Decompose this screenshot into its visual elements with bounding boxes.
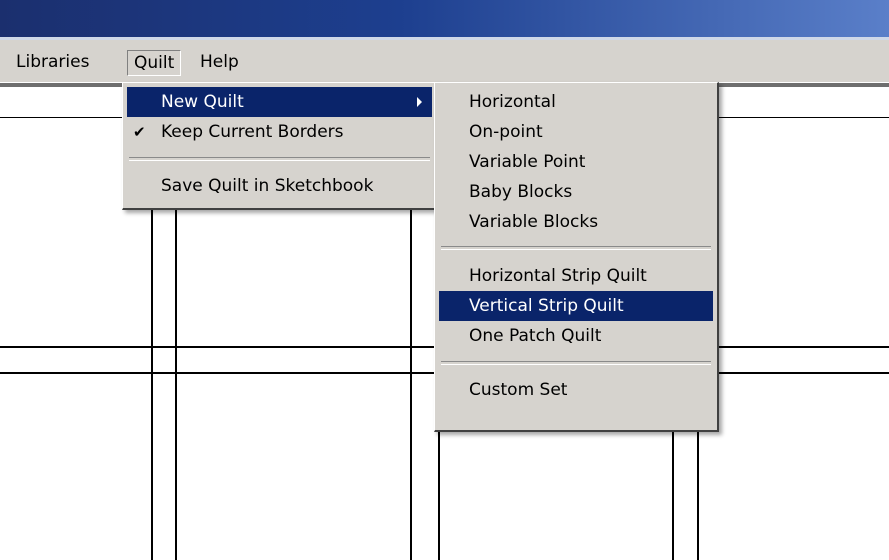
menu-item-save-quilt-in-sketchbook[interactable]: Save Quilt in Sketchbook [127, 171, 432, 201]
menu-item-label: Horizontal [469, 92, 556, 112]
grid-line [151, 210, 153, 560]
menu-item-keep-current-borders[interactable]: ✔ Keep Current Borders [127, 117, 432, 147]
menu-separator [441, 246, 711, 250]
menu-item-label: One Patch Quilt [469, 326, 602, 346]
menu-item-label: New Quilt [161, 92, 244, 112]
submenu-arrow-icon [417, 97, 422, 107]
submenu-item-horizontal-strip-quilt[interactable]: Horizontal Strip Quilt [439, 261, 713, 291]
grid-line [697, 430, 699, 560]
submenu-item-variable-point[interactable]: Variable Point [439, 147, 713, 177]
grid-line [438, 430, 440, 560]
menu-item-label: Variable Blocks [469, 212, 599, 232]
grid-line [672, 430, 674, 560]
submenu-item-horizontal[interactable]: Horizontal [439, 87, 713, 117]
menu-item-label: Variable Point [469, 152, 586, 172]
checkmark-icon: ✔ [133, 123, 146, 141]
submenu-item-vertical-strip-quilt[interactable]: Vertical Strip Quilt [439, 291, 713, 321]
title-bar [0, 0, 889, 40]
submenu-item-baby-blocks[interactable]: Baby Blocks [439, 177, 713, 207]
menu-item-label: Vertical Strip Quilt [469, 296, 624, 316]
grid-line [175, 210, 177, 560]
menu-separator [441, 361, 711, 365]
menu-item-label: Save Quilt in Sketchbook [161, 176, 374, 196]
submenu-item-variable-blocks[interactable]: Variable Blocks [439, 207, 713, 237]
menu-item-label: On-point [469, 122, 543, 142]
menu-item-new-quilt[interactable]: New Quilt [127, 87, 432, 117]
submenu-item-custom-set[interactable]: Custom Set [439, 375, 713, 405]
submenu-item-on-point[interactable]: On-point [439, 117, 713, 147]
menu-quilt[interactable]: Quilt [127, 50, 182, 76]
quilt-menu: New Quilt ✔ Keep Current Borders Save Qu… [122, 82, 438, 210]
menu-item-label: Horizontal Strip Quilt [469, 266, 647, 286]
new-quilt-submenu: Horizontal On-point Variable Point Baby … [434, 82, 719, 432]
menu-libraries[interactable]: Libraries [10, 50, 95, 76]
menu-item-label: Keep Current Borders [161, 122, 344, 142]
menu-item-label: Baby Blocks [469, 182, 573, 202]
grid-line [410, 210, 412, 560]
menu-item-label: Custom Set [469, 380, 568, 400]
menu-separator [129, 157, 430, 161]
menu-bar: Libraries Quilt Help [0, 40, 889, 82]
submenu-item-one-patch-quilt[interactable]: One Patch Quilt [439, 321, 713, 351]
menu-help[interactable]: Help [194, 50, 245, 76]
